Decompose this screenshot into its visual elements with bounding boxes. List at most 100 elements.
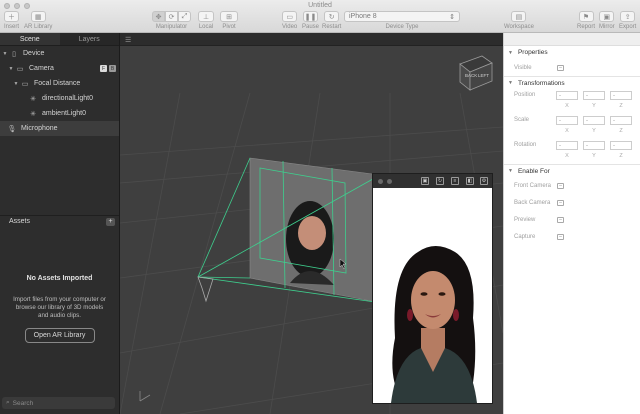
disclosure-down-icon: ▼ xyxy=(508,80,513,86)
axis-y-label: Y xyxy=(592,128,596,134)
tree-item-directional-light[interactable]: ✳ directionalLight0 xyxy=(0,91,119,106)
scale-y-field[interactable]: - xyxy=(583,116,605,125)
scale-label: Scale xyxy=(514,117,530,123)
preview-rotate-icon[interactable]: ↻ xyxy=(436,177,444,185)
preview-stats-icon[interactable]: ≡ xyxy=(451,177,459,185)
scale-tool-button[interactable]: ⤢ xyxy=(178,11,191,22)
workspace-label: Workspace xyxy=(504,24,534,30)
preview-close-dot[interactable] xyxy=(378,179,383,184)
capture-toggle[interactable]: – xyxy=(557,233,564,240)
local-button[interactable]: ⊥ xyxy=(198,11,214,22)
insert-label: Insert xyxy=(4,24,20,30)
sidebar-tabs: Scene Layers xyxy=(0,33,119,46)
rotation-y-field[interactable]: - xyxy=(583,141,605,150)
scale-row: Scale - - - X Y Z xyxy=(504,114,640,139)
tree-item-device[interactable]: ▼ ▯ Device xyxy=(0,46,119,61)
scale-x-field[interactable]: - xyxy=(556,116,578,125)
position-row: Position - - - X Y Z xyxy=(504,89,640,114)
mirror-button[interactable]: ▣ xyxy=(599,11,615,22)
pivot-button[interactable]: ⊞ xyxy=(220,11,238,22)
camera-body[interactable] xyxy=(197,276,214,303)
tree-item-label: Camera xyxy=(29,65,54,72)
restart-button[interactable]: ↻ xyxy=(324,11,340,22)
mirror-group[interactable]: ▣ Mirror xyxy=(599,11,615,30)
mirror-label: Mirror xyxy=(599,24,615,30)
visible-label: Visible xyxy=(514,64,532,71)
preview-camera-switch-icon[interactable]: ▣ xyxy=(421,177,429,185)
preview-settings-icon[interactable]: ⚙ xyxy=(480,177,488,185)
disclosure-down-icon[interactable]: ▼ xyxy=(1,51,9,57)
tree-item-camera[interactable]: ▼ ▭ Camera F B xyxy=(0,61,119,76)
camera-front-badge[interactable]: F xyxy=(100,65,107,72)
tab-scene[interactable]: Scene xyxy=(0,33,60,45)
pause-label: Pause xyxy=(302,24,320,30)
video-label: Video xyxy=(282,24,298,30)
window-title: Untitled xyxy=(308,2,332,9)
preview-minimize-dot[interactable] xyxy=(387,179,392,184)
position-z-field[interactable]: - xyxy=(610,91,632,100)
scale-z-field[interactable]: - xyxy=(610,116,632,125)
export-icon: ⇪ xyxy=(624,13,631,21)
insert-group[interactable]: ＋ Insert xyxy=(4,11,19,30)
tree-item-focal-distance[interactable]: ▼ ▭ Focal Distance xyxy=(0,76,119,91)
tree-item-ambient-light[interactable]: ✳ ambientLight0 xyxy=(0,106,119,121)
assets-empty-state: No Assets Imported Import files from you… xyxy=(0,275,119,343)
pause-button[interactable]: ❚❚ xyxy=(303,11,318,22)
search-field[interactable]: ⌕ Search xyxy=(2,397,115,409)
preview-layout-icon[interactable]: ◧ xyxy=(466,177,474,185)
video-button[interactable]: ▭ xyxy=(282,11,298,22)
preview-titlebar: ▣ ↻ ≡ ◧ ⚙ xyxy=(373,174,492,188)
preview-toggle[interactable]: – xyxy=(557,216,564,223)
front-camera-toggle[interactable]: – xyxy=(557,182,564,189)
sun-icon: ✳ xyxy=(30,95,36,103)
rotation-x-field[interactable]: - xyxy=(556,141,578,150)
axis-z-label: Z xyxy=(619,153,623,159)
position-x-field[interactable]: - xyxy=(556,91,578,100)
position-y-field[interactable]: - xyxy=(583,91,605,100)
insert-button[interactable]: ＋ xyxy=(4,11,19,22)
enable-capture-row: Capture – xyxy=(504,228,640,245)
back-camera-label: Back Camera xyxy=(514,199,551,206)
rotation-z-field[interactable]: - xyxy=(610,141,632,150)
disclosure-down-icon[interactable]: ▼ xyxy=(7,66,15,72)
restart-group[interactable]: ↻ Restart xyxy=(322,11,341,30)
tab-layers[interactable]: Layers xyxy=(60,33,120,45)
scene-tree: ▼ ▯ Device ▼ ▭ Camera F B ▼ ▭ Focal Dist… xyxy=(0,46,119,136)
gizmo-left-label: LEFT xyxy=(478,73,489,78)
pivot-group[interactable]: ⊞ Pivot xyxy=(220,11,238,30)
rotate-tool-button[interactable]: ⟳ xyxy=(165,11,178,22)
transformations-section-header[interactable]: ▼ Transformations xyxy=(504,76,640,89)
export-group[interactable]: ⇪ Export xyxy=(619,11,636,30)
export-button[interactable]: ⇪ xyxy=(620,11,636,22)
move-tool-button[interactable]: ✥ xyxy=(152,11,165,22)
device-type-select[interactable]: iPhone 8 ⇕ xyxy=(344,11,460,22)
export-label: Export xyxy=(619,24,637,30)
report-group[interactable]: ⚑ Report xyxy=(577,11,595,30)
sun-icon: ✳ xyxy=(30,110,36,118)
toolbar: Untitled ＋ Insert ▦ AR Library ✥ ⟳ ⤢ Man… xyxy=(0,0,640,33)
workspace-group[interactable]: ▤ Workspace xyxy=(504,11,534,30)
workspace-button[interactable]: ▤ xyxy=(511,11,527,22)
enable-for-section-header[interactable]: ▼ Enable For xyxy=(504,164,640,177)
ar-library-group[interactable]: ▦ AR Library xyxy=(24,11,52,30)
visible-toggle[interactable]: – xyxy=(557,64,564,71)
enable-back-camera-row: Back Camera – xyxy=(504,194,640,211)
properties-section-header[interactable]: ▼ Properties xyxy=(504,46,640,59)
open-ar-library-button[interactable]: Open AR Library xyxy=(24,328,95,343)
ar-library-button[interactable]: ▦ xyxy=(30,11,46,22)
pause-group[interactable]: ❚❚ Pause xyxy=(302,11,319,30)
local-group[interactable]: ⊥ Local xyxy=(198,11,214,30)
device-preview-window[interactable]: ▣ ↻ ≡ ◧ ⚙ xyxy=(372,173,493,404)
tree-item-label: ambientLight0 xyxy=(42,110,86,117)
tree-item-microphone[interactable]: 🎙 Microphone xyxy=(0,121,119,136)
restart-icon: ↻ xyxy=(328,13,335,21)
move-icon: ✥ xyxy=(155,13,162,21)
orientation-gizmo[interactable]: BACK LEFT xyxy=(459,55,493,91)
back-camera-toggle[interactable]: – xyxy=(557,199,564,206)
disclosure-down-icon[interactable]: ▼ xyxy=(12,81,20,87)
camera-back-badge[interactable]: B xyxy=(109,65,116,72)
add-asset-button[interactable]: + xyxy=(106,218,115,226)
scene-viewport[interactable]: ☰ BACK LEFT ▣ ↻ ≡ ◧ ⚙ xyxy=(120,33,503,414)
report-button[interactable]: ⚑ xyxy=(578,11,594,22)
video-group[interactable]: ▭ Video xyxy=(282,11,297,30)
